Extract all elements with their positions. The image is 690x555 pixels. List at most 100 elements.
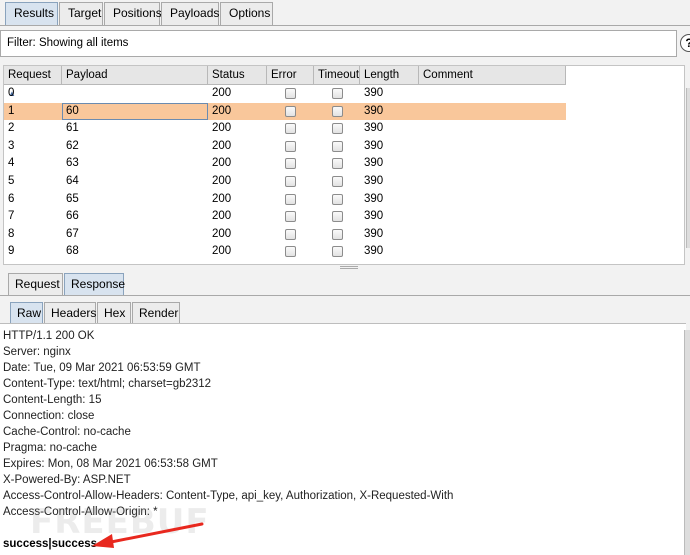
tab-target[interactable]: Target xyxy=(59,2,103,25)
response-line: Expires: Mon, 08 Mar 2021 06:53:58 GMT xyxy=(3,458,218,470)
cell-status: 200 xyxy=(212,139,232,152)
error-checkbox[interactable] xyxy=(285,123,296,135)
cell-request: 0 xyxy=(8,87,15,99)
cell-payload xyxy=(62,85,208,103)
cell-payload: 60 xyxy=(62,102,208,121)
tab-raw[interactable]: Raw xyxy=(10,302,43,324)
table-header: Request ▲ Payload Status Error Timeout L… xyxy=(4,66,566,98)
cell-request: 9 xyxy=(8,245,15,258)
cell-request: 5 xyxy=(8,175,15,187)
col-error[interactable]: Error xyxy=(267,66,314,84)
error-checkbox[interactable] xyxy=(285,88,296,99)
error-checkbox[interactable] xyxy=(285,228,296,240)
response-line: Pragma: no-cache xyxy=(3,442,97,454)
table-row[interactable]: 7 66 200 390 xyxy=(4,208,566,226)
timeout-checkbox[interactable] xyxy=(332,123,343,135)
table-row[interactable]: 5 64 200 390 xyxy=(4,173,566,191)
table-row[interactable]: 2 61 200 390 xyxy=(4,120,566,138)
error-checkbox[interactable] xyxy=(285,211,296,223)
cell-length: 390 xyxy=(364,245,384,258)
response-scrollbar[interactable] xyxy=(684,330,690,555)
arrow-annotation-icon xyxy=(92,522,204,548)
cell-payload: 64 xyxy=(66,175,79,187)
col-comment[interactable]: Comment xyxy=(419,66,566,84)
col-status[interactable]: Status xyxy=(208,66,267,84)
cell-length: 390 xyxy=(364,139,384,152)
col-length[interactable]: Length xyxy=(360,66,419,84)
timeout-checkbox[interactable] xyxy=(332,105,343,117)
cell-length: 390 xyxy=(364,192,384,205)
tab-payloads[interactable]: Payloads xyxy=(161,2,219,25)
cell-status: 200 xyxy=(212,210,232,223)
cell-payload: 67 xyxy=(66,227,79,240)
cell-status: 200 xyxy=(212,245,232,258)
cell-payload: 68 xyxy=(66,245,79,258)
tab-results[interactable]: Results xyxy=(5,2,58,25)
cell-payload: 65 xyxy=(66,192,79,205)
timeout-checkbox[interactable] xyxy=(332,140,343,152)
help-icon[interactable]: ? xyxy=(680,34,690,52)
cell-request: 2 xyxy=(8,122,15,135)
error-checkbox[interactable] xyxy=(285,158,296,170)
cell-length: 390 xyxy=(364,210,384,223)
cell-status: 200 xyxy=(212,87,232,99)
cell-status: 200 xyxy=(212,175,232,187)
cell-payload: 66 xyxy=(66,210,79,223)
timeout-checkbox[interactable] xyxy=(332,158,343,170)
timeout-checkbox[interactable] xyxy=(332,211,343,223)
tab-render[interactable]: Render xyxy=(132,302,180,324)
tab-request[interactable]: Request xyxy=(8,273,63,295)
response-line: Cache-Control: no-cache xyxy=(3,426,131,438)
cell-status: 200 xyxy=(212,104,232,117)
table-row[interactable]: 0 200 390 xyxy=(4,85,566,103)
response-line: Date: Tue, 09 Mar 2021 06:53:59 GMT xyxy=(3,362,201,374)
table-row[interactable]: 1 60 200 390 xyxy=(4,102,566,121)
timeout-checkbox[interactable] xyxy=(332,246,343,258)
pane-splitter[interactable] xyxy=(340,266,358,269)
tab-hex[interactable]: Hex xyxy=(97,302,131,324)
tab-response[interactable]: Response xyxy=(64,273,125,295)
timeout-checkbox[interactable] xyxy=(332,193,343,205)
cell-length: 390 xyxy=(364,175,384,187)
response-line: HTTP/1.1 200 OK xyxy=(3,330,95,342)
cell-length: 390 xyxy=(364,122,384,135)
table-row[interactable]: 8 67 200 390 xyxy=(4,226,566,244)
table-scrollbar[interactable] xyxy=(686,88,690,248)
cell-payload: 63 xyxy=(66,157,79,170)
response-line: Access-Control-Allow-Headers: Content-Ty… xyxy=(3,490,454,502)
col-timeout[interactable]: Timeout xyxy=(314,66,360,84)
cell-length: 390 xyxy=(364,157,384,170)
tab-headers[interactable]: Headers xyxy=(44,302,96,324)
col-request[interactable]: Request ▲ xyxy=(4,66,62,98)
response-line: X-Powered-By: ASP.NET xyxy=(3,474,131,486)
error-checkbox[interactable] xyxy=(285,105,296,117)
cell-status: 200 xyxy=(212,122,232,135)
cell-request: 6 xyxy=(8,192,15,205)
cell-request: 7 xyxy=(8,210,15,223)
cell-request: 4 xyxy=(8,157,15,170)
error-checkbox[interactable] xyxy=(285,140,296,152)
table-row[interactable]: 9 68 200 390 xyxy=(4,243,566,261)
table-row[interactable]: 6 65 200 390 xyxy=(4,191,566,209)
error-checkbox[interactable] xyxy=(285,193,296,205)
cell-request: 3 xyxy=(8,139,15,152)
error-checkbox[interactable] xyxy=(285,176,296,187)
req-tab-line xyxy=(0,295,690,296)
cell-request: 8 xyxy=(8,227,15,240)
response-body: success|success xyxy=(3,538,98,550)
table-row[interactable]: 4 63 200 390 xyxy=(4,155,566,173)
timeout-checkbox[interactable] xyxy=(332,88,343,99)
cell-status: 200 xyxy=(212,227,232,240)
error-checkbox[interactable] xyxy=(285,246,296,258)
cell-payload: 62 xyxy=(66,139,79,152)
timeout-checkbox[interactable] xyxy=(332,228,343,240)
col-payload[interactable]: Payload xyxy=(62,66,208,84)
tab-positions[interactable]: Positions xyxy=(104,2,162,25)
filter-bar[interactable]: Filter: Showing all items xyxy=(0,30,677,57)
cell-status: 200 xyxy=(212,192,232,205)
timeout-checkbox[interactable] xyxy=(332,176,343,187)
response-line: Content-Type: text/html; charset=gb2312 xyxy=(3,378,212,390)
results-table: Request ▲ Payload Status Error Timeout L… xyxy=(3,65,685,265)
tab-options[interactable]: Options xyxy=(220,2,273,25)
table-row[interactable]: 3 62 200 390 xyxy=(4,138,566,156)
